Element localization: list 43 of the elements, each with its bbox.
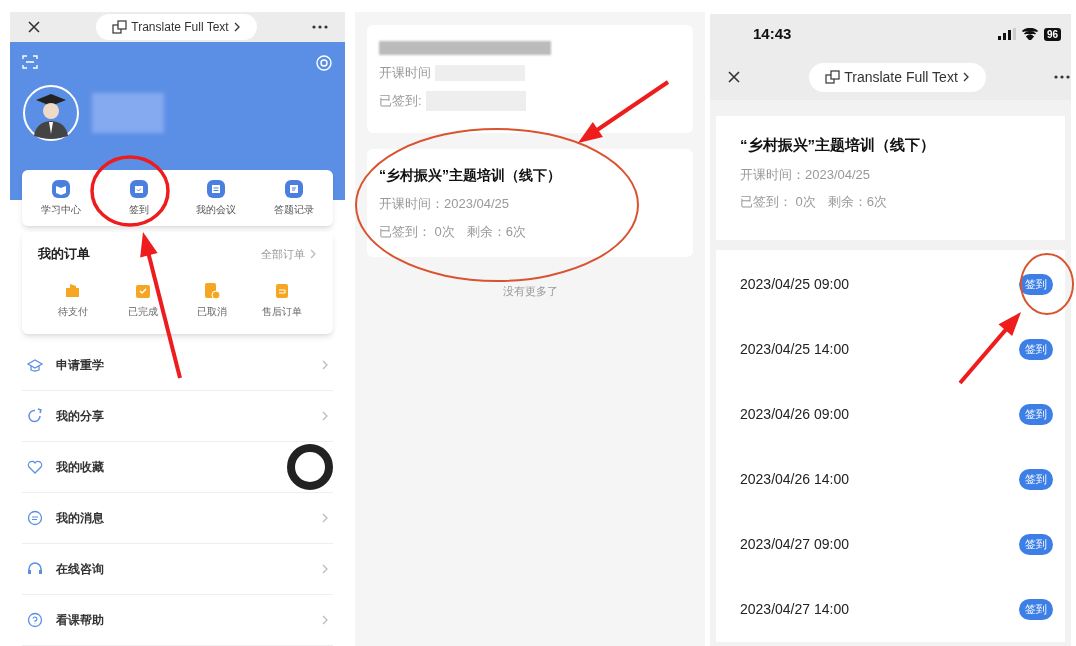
session-time: 2023/04/27 09:00: [740, 535, 849, 554]
checkin-button[interactable]: 签到: [1019, 534, 1053, 555]
quick-action-button[interactable]: 学习中心: [22, 179, 100, 217]
checkin-button[interactable]: 签到: [1019, 469, 1053, 490]
order-status-button[interactable]: 已完成: [107, 281, 178, 319]
menu-item[interactable]: 申请重学: [22, 340, 333, 391]
order-status-button[interactable]: 待支付: [38, 281, 108, 319]
course-start-date: 开课时间：2023/04/25: [379, 195, 511, 213]
translate-button[interactable]: Translate Full Text: [809, 62, 986, 92]
course-start-date: 开课时间：2023/04/25: [740, 165, 872, 184]
order-status-button[interactable]: 售后订单: [247, 281, 317, 319]
remaining-count: 剩余：6次: [827, 193, 888, 211]
checkin-button[interactable]: 签到: [1019, 274, 1053, 295]
menu-item[interactable]: 在线咨询: [22, 544, 333, 595]
course-card[interactable]: “乡村振兴”主题培训（线下） 开课时间：2023/04/25 已签到： 0次 剩余：6次: [367, 149, 693, 257]
menu-item[interactable]: 我的分享: [22, 391, 333, 442]
menu-item[interactable]: 看课帮助: [22, 595, 333, 646]
battery-level: 96: [1043, 27, 1061, 41]
checkin-label: 已签到:: [379, 91, 422, 110]
session-time: 2023/04/26 14:00: [740, 470, 849, 489]
session-time: 2023/04/27 14:00: [740, 600, 849, 619]
remaining-count: 剩余：6次: [466, 222, 527, 241]
end-of-list-text: 没有更多了: [501, 284, 559, 299]
course-start-label: 开课时间: [379, 64, 431, 82]
menu-item[interactable]: 我的收藏: [22, 442, 333, 493]
checkin-count: 已签到： 0次: [740, 193, 816, 211]
course-title: “乡村振兴”主题培训（线下）: [740, 135, 936, 155]
checkin-count: 已签到： 0次: [379, 222, 455, 241]
order-status-button[interactable]: 已取消: [177, 281, 248, 319]
checkin-button[interactable]: 签到: [1019, 339, 1053, 360]
session-time: 2023/04/26 09:00: [740, 405, 849, 424]
orders-title: 我的订单: [38, 245, 90, 263]
status-time: 14:43: [753, 23, 792, 44]
session-time: 2023/04/25 09:00: [740, 275, 849, 294]
session-time: 2023/04/25 14:00: [740, 340, 849, 359]
checkin-button[interactable]: 签到: [1019, 404, 1053, 425]
checkin-button[interactable]: 签到: [1019, 599, 1053, 620]
quick-action-button[interactable]: 签到: [99, 179, 178, 217]
menu-item[interactable]: 我的消息: [22, 493, 333, 544]
quick-action-button[interactable]: 答题记录: [255, 179, 333, 217]
quick-action-button[interactable]: 我的会议: [177, 179, 256, 217]
translate-button[interactable]: Translate Full Text: [96, 14, 257, 40]
course-title: “乡村振兴”主题培训（线下）: [379, 166, 562, 185]
